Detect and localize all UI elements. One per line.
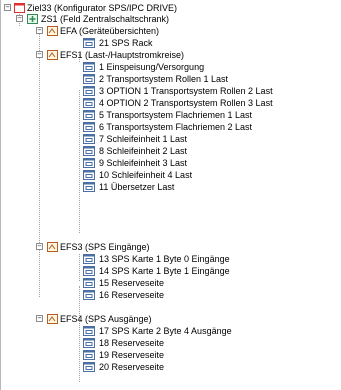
tree-node-label: 1 Einspeisung/Versorgung [99,62,205,72]
tree-node-label: 20 Reserveseite [99,362,165,372]
tree-node-page[interactable]: 1 Einspeisung/Versorgung [1,62,341,73]
tree-node-page[interactable]: 5 Transportsystem Flachriemen 1 Last [1,110,341,121]
tree-node-label: EFS1 (Last-/Hauptstromkreise) [60,50,185,60]
page-icon [83,38,95,48]
tree-node-label: 21 SPS Rack [99,38,153,48]
tree-node-page[interactable]: 14 SPS Karte 1 Byte 1 Eingänge [1,266,341,277]
tree-node-page[interactable]: 16 Reserveseite [1,290,341,301]
tree-node-page[interactable]: 18 Reserveseite [1,338,341,349]
tree-node-page[interactable]: 20 Reserveseite [1,362,341,373]
tree-node-group[interactable]: − EFS4 (SPS Ausgänge) [1,314,341,325]
page-icon [83,110,95,120]
tree-node-label: 2 Transportsystem Rollen 1 Last [99,74,229,84]
tree-node-page[interactable]: 4 OPTION 2 Transportsystem Rollen 3 Last [1,98,341,109]
collapse-icon[interactable]: − [16,15,23,22]
collapse-icon[interactable]: − [36,27,43,34]
page-icon [83,326,95,336]
page-icon [83,254,95,264]
tree-node-label: 15 Reserveseite [99,278,165,288]
tree-node-label: 9 Schleifeinheit 3 Last [99,158,188,168]
group-icon [47,50,58,60]
tree-node-cabinet[interactable]: − ZS1 (Feld Zentralschaltschrank) [1,14,341,25]
tree-node-group[interactable]: − EFS3 (SPS Eingänge) [1,242,341,253]
tree-node-label: 17 SPS Karte 2 Byte 4 Ausgänge [99,326,232,336]
tree-node-label: 5 Transportsystem Flachriemen 1 Last [99,110,253,120]
page-icon [83,62,95,72]
tree-node-label: 13 SPS Karte 1 Byte 0 Eingänge [99,254,230,264]
page-icon [83,158,95,168]
group-icon [47,314,58,324]
tree-node-page[interactable]: 19 Reserveseite [1,350,341,361]
tree-node-page[interactable]: 15 Reserveseite [1,278,341,289]
tree-node-page[interactable]: 6 Transportsystem Flachriemen 2 Last [1,122,341,133]
tree-node-page[interactable]: 3 OPTION 1 Transportsystem Rollen 2 Last [1,86,341,97]
collapse-icon[interactable]: − [4,4,11,11]
tree-node-label: EFA (Geräteübersichten) [60,26,160,36]
tree-node-page[interactable]: 2 Transportsystem Rollen 1 Last [1,74,341,85]
tree-node-label: EFS3 (SPS Eingänge) [60,242,150,252]
tree-node-group[interactable]: − EFA (Geräteübersichten) [1,26,341,37]
page-icon [83,74,95,84]
page-icon [83,98,95,108]
tree-node-page[interactable]: 9 Schleifeinheit 3 Last [1,158,341,169]
cabinet-icon [27,14,38,24]
project-icon [14,3,25,13]
page-icon [83,278,95,288]
tree-node-label: 11 Übersetzer Last [99,182,175,192]
tree-node-label: 6 Transportsystem Flachriemen 2 Last [99,122,253,132]
page-icon [83,362,95,372]
tree-node-page[interactable]: 17 SPS Karte 2 Byte 4 Ausgänge [1,326,341,337]
page-icon [83,134,95,144]
page-icon [83,350,95,360]
tree-node-label: 19 Reserveseite [99,350,165,360]
tree-node-label: 18 Reserveseite [99,338,165,348]
tree-node-label: 16 Reserveseite [99,290,165,300]
tree-node-page[interactable]: 13 SPS Karte 1 Byte 0 Eingänge [1,254,341,265]
tree-node-label: 7 Schleifeinheit 1 Last [99,134,188,144]
page-icon [83,182,95,192]
group-icon [47,26,58,36]
collapse-icon[interactable]: − [36,243,43,250]
page-icon [83,86,95,96]
collapse-icon[interactable]: − [36,315,43,322]
collapse-icon[interactable]: − [36,51,43,58]
page-icon [83,170,95,180]
tree-node-page[interactable]: 7 Schleifeinheit 1 Last [1,134,341,145]
tree-node-label: 14 SPS Karte 1 Byte 1 Eingänge [99,266,230,276]
tree-node-label: Ziel33 (Konfigurator SPS/IPC DRIVE) [27,3,178,13]
tree-node-page[interactable]: 8 Schleifeinheit 2 Last [1,146,341,157]
tree-node-label: ZS1 (Feld Zentralschaltschrank) [41,14,170,24]
tree-node-label: EFS4 (SPS Ausgänge) [60,314,152,324]
tree-node-project[interactable]: − Ziel33 (Konfigurator SPS/IPC DRIVE) [1,3,341,14]
tree-node-page[interactable]: 11 Übersetzer Last [1,182,341,193]
tree-node-page[interactable]: 21 SPS Rack [1,38,341,49]
page-icon [83,338,95,348]
tree-node-label: 8 Schleifeinheit 2 Last [99,146,188,156]
page-icon [83,266,95,276]
tree-node-label: 10 Schleifeinheit 4 Last [99,170,193,180]
tree-node-page[interactable]: 10 Schleifeinheit 4 Last [1,170,341,181]
tree-node-label: 3 OPTION 1 Transportsystem Rollen 2 Last [99,86,273,96]
tree-node-label: 4 OPTION 2 Transportsystem Rollen 3 Last [99,98,273,108]
page-icon [83,122,95,132]
project-tree-panel: − Ziel33 (Konfigurator SPS/IPC DRIVE) − … [0,0,341,390]
tree-node-group[interactable]: − EFS1 (Last-/Hauptstromkreise) [1,50,341,61]
group-icon [47,242,58,252]
page-icon [83,290,95,300]
page-icon [83,146,95,156]
